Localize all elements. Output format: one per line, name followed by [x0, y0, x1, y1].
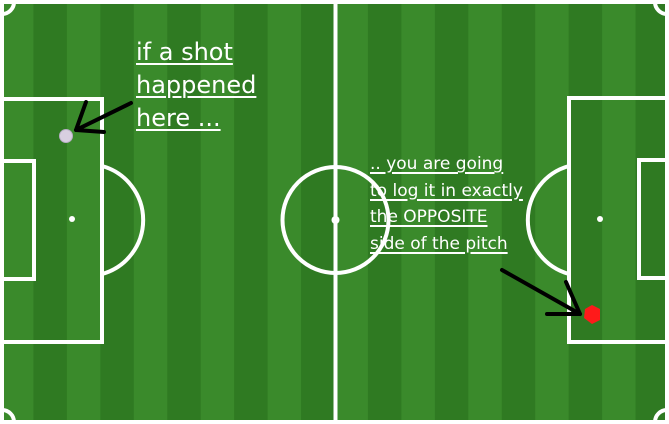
pitch-stripe: [0, 0, 35, 424]
original-shot-note: if a shot happened here ...: [136, 36, 256, 135]
note-line: happened: [136, 71, 257, 99]
note-line: here ...: [136, 104, 221, 132]
pitch-stripe: [535, 0, 570, 424]
note-line: to log it in exactly: [370, 180, 523, 201]
pitch-stripe: [33, 0, 68, 424]
shot-marker-icon: [59, 129, 73, 143]
pitch-stripe: [66, 0, 101, 424]
pitch-stripe: [568, 0, 603, 424]
centre-spot: [331, 216, 340, 224]
right-penalty-spot: [597, 216, 603, 222]
pitch-stripe: [301, 0, 336, 424]
pitch-stripe: [602, 0, 637, 424]
left-penalty-spot: [69, 216, 75, 222]
note-line: side of the pitch: [370, 233, 508, 254]
note-line: the OPPOSITE: [370, 207, 488, 227]
pitch-stripe: [100, 0, 135, 424]
football-pitch: [0, 0, 669, 424]
note-line: .. you are going: [370, 154, 504, 174]
pitch-stripe: [334, 0, 369, 424]
note-line: if a shot: [136, 38, 233, 66]
logged-shot-note: .. you are going to log it in exactly th…: [370, 151, 523, 257]
